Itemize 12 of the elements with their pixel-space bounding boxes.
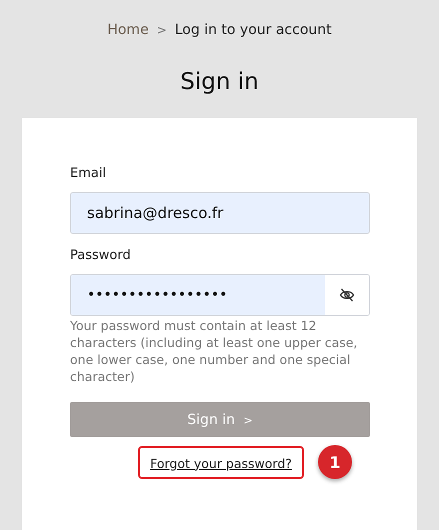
- email-label: Email: [70, 166, 108, 183]
- step-badge: 1: [318, 445, 352, 479]
- password-hint: Your password must contain at least 12 characters (including at least one upper case, one lower case, one number and one special character): [70, 317, 358, 385]
- forgot-password-link[interactable]: Forgot your password?: [150, 456, 292, 470]
- page-title: Sign in: [180, 68, 259, 97]
- email-field[interactable]: sabrina@dresco.fr: [70, 192, 370, 234]
- eye-slash-icon: [339, 287, 355, 303]
- breadcrumb-link[interactable]: Home: [107, 22, 149, 38]
- breadcrumb-separator: >: [156, 23, 167, 37]
- breadcrumb-current: Log in to your account: [174, 22, 332, 38]
- password-label: Password: [70, 248, 132, 265]
- password-field[interactable]: •••••••••••••••••: [70, 274, 370, 316]
